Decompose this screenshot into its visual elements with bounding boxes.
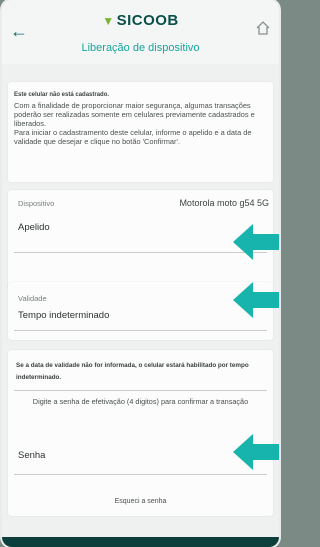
info-heading: Este celular não está cadastrado. (14, 92, 110, 98)
info-paragraph-1: Com a finalidade de proporcionar maior s… (14, 101, 255, 128)
validity-label: Validade (18, 294, 47, 303)
nickname-input[interactable]: Apelido (18, 222, 50, 233)
password-underline (14, 474, 267, 475)
logo-text: SICOOB (116, 12, 179, 29)
validity-select[interactable]: Tempo indeterminado (18, 310, 109, 321)
divider (14, 390, 267, 391)
pointer-arrow-icon (233, 282, 279, 318)
info-card: Este celular não está cadastrado. Com a … (8, 82, 273, 182)
page-title: Liberação de dispositivo (81, 42, 200, 54)
validity-warning: Se a data de validade não for informada,… (16, 362, 249, 381)
forgot-password-link[interactable]: Esqueci a senha (8, 498, 273, 505)
sicoob-logo-icon: ▼ (102, 14, 115, 28)
nickname-underline (14, 252, 267, 253)
pointer-arrow-icon (233, 434, 279, 470)
validity-underline (14, 330, 267, 331)
confirm-button-bar[interactable] (2, 537, 279, 547)
password-instruction: Digite a senha de efetivação (4 digitos)… (32, 397, 249, 406)
app-header: ← ▼ SICOOB Liberação de dispositivo (2, 0, 279, 64)
phone-screen: ← ▼ SICOOB Liberação de dispositivo Este … (2, 0, 279, 547)
password-input[interactable]: Senha (18, 450, 45, 461)
sicoob-logo: ▼ SICOOB (2, 12, 279, 29)
device-value: Motorola moto g54 5G (179, 198, 269, 208)
pointer-arrow-icon (233, 224, 279, 260)
home-icon[interactable] (255, 20, 271, 36)
info-paragraph-2: Para iniciar o cadastramento deste celul… (14, 128, 252, 146)
device-label: Dispositivo (18, 199, 55, 208)
